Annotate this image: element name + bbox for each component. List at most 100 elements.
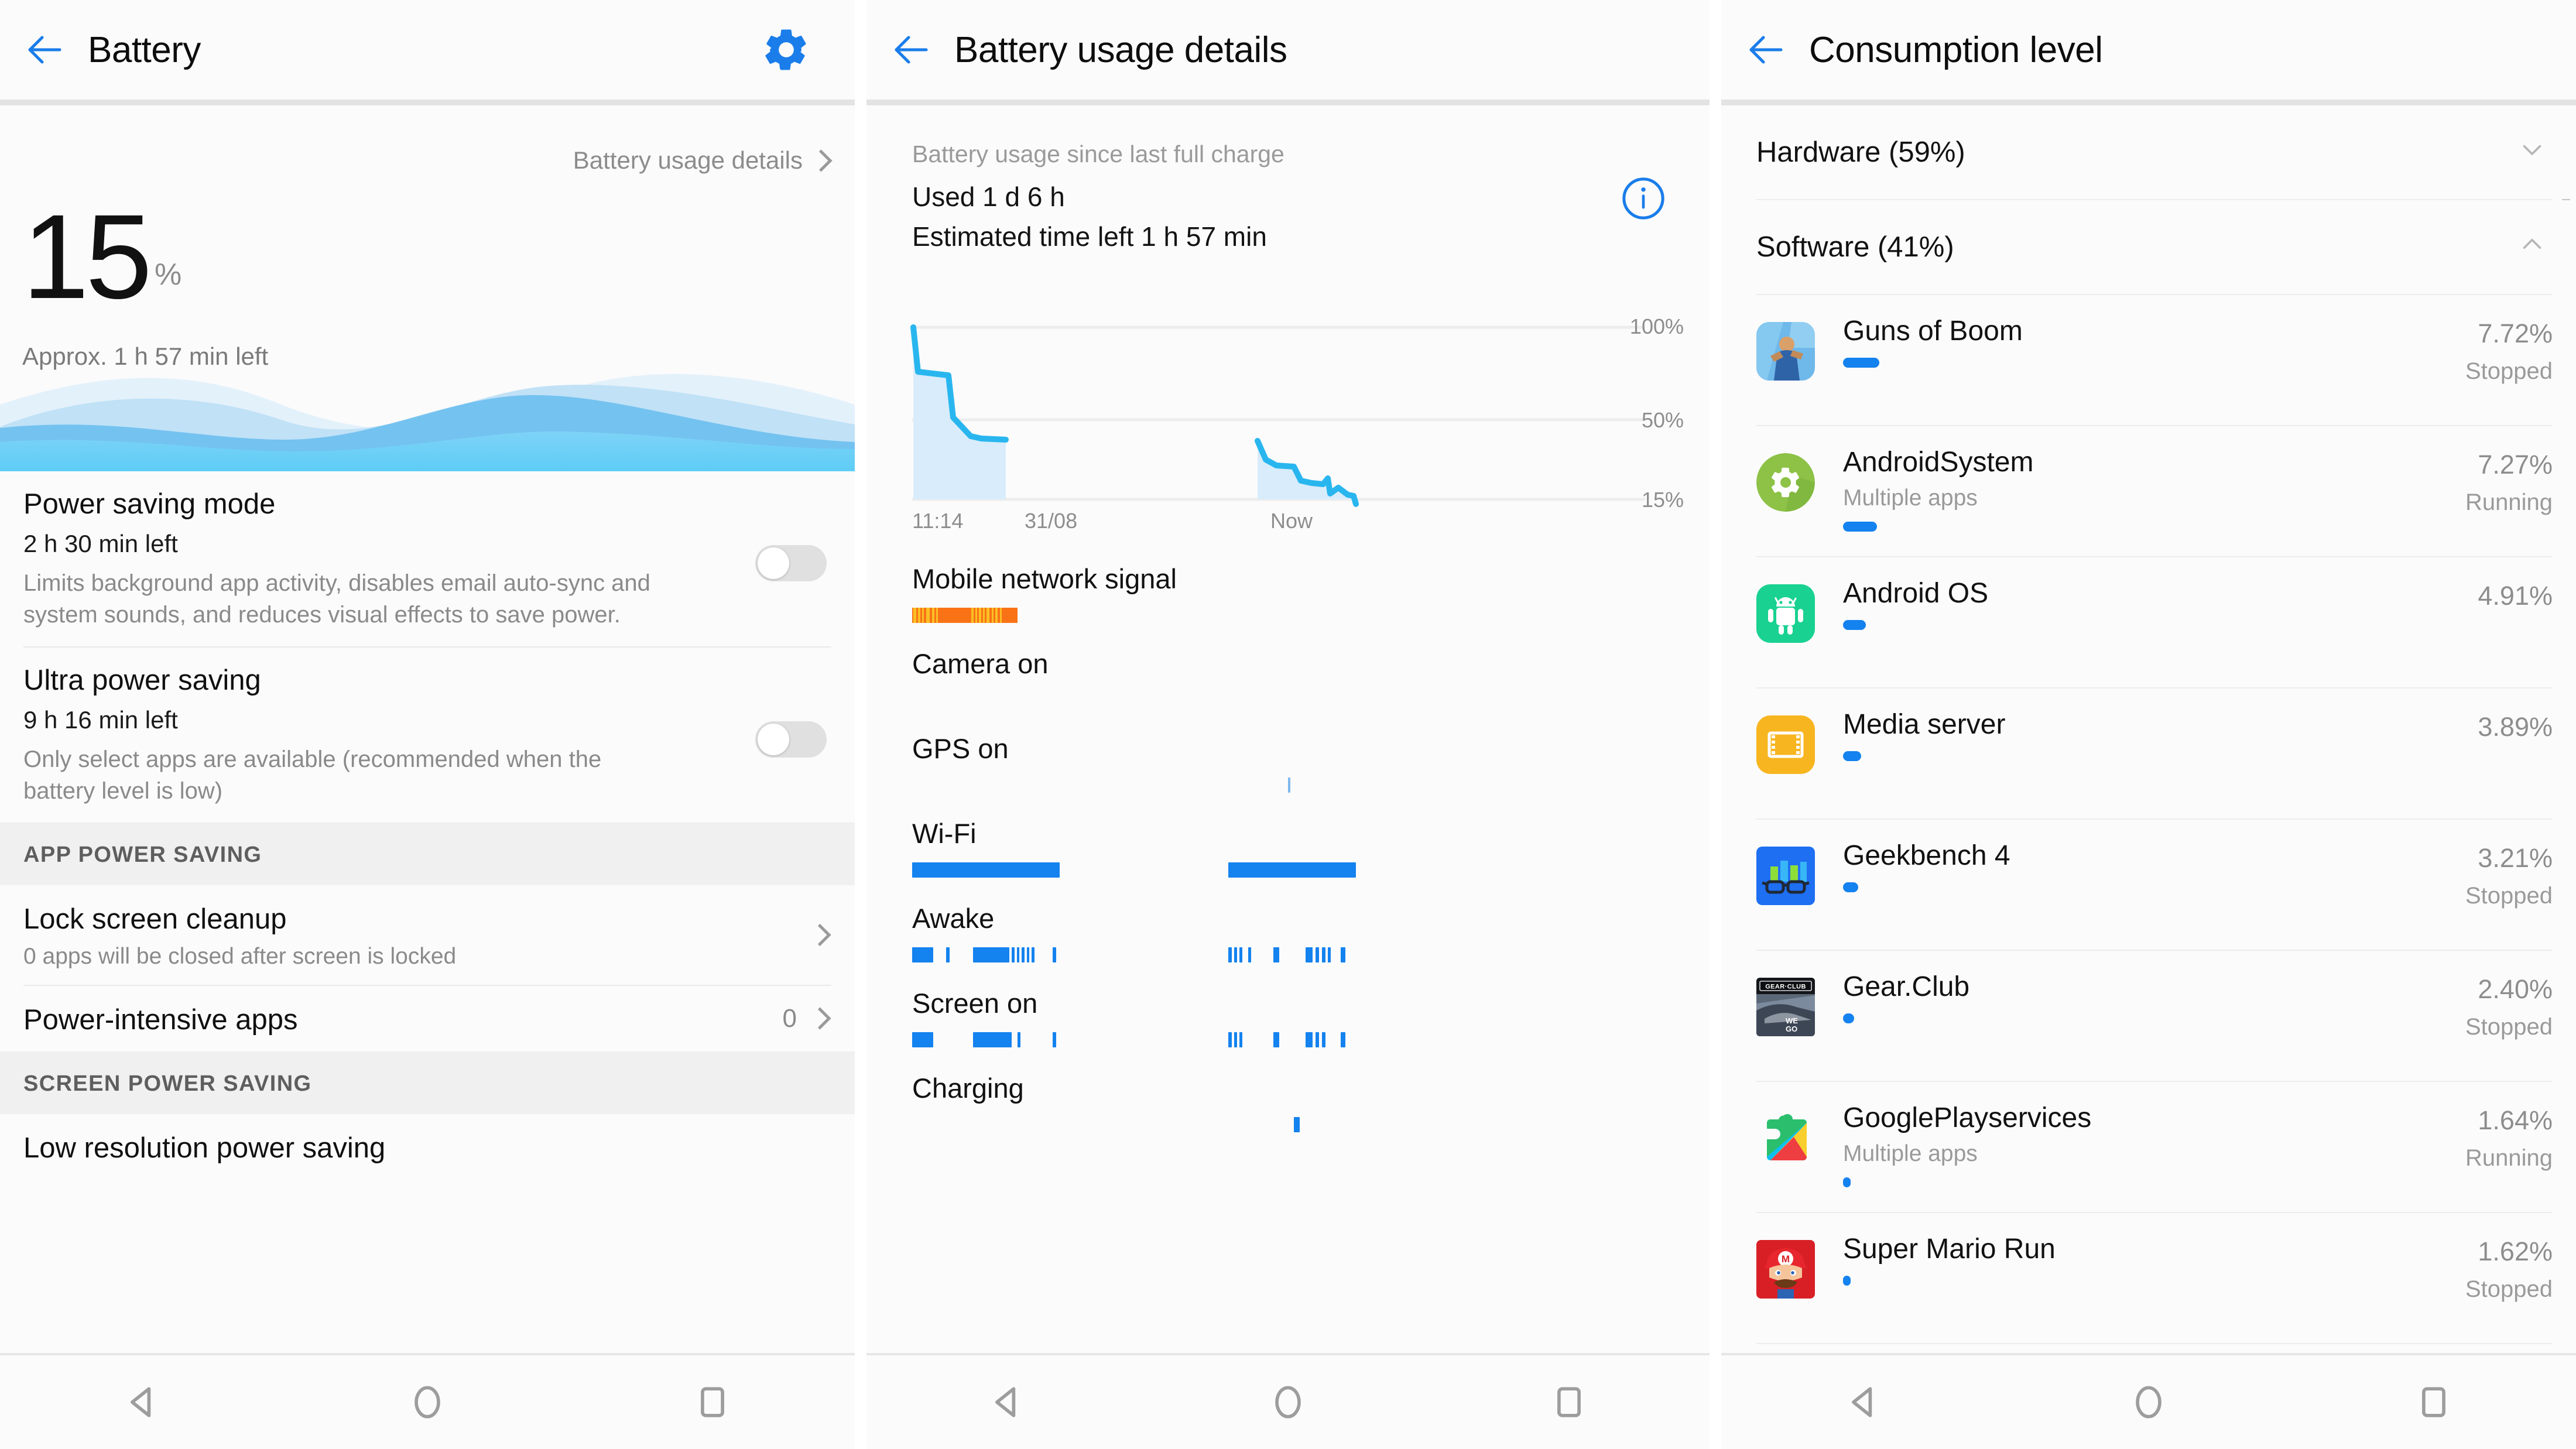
list-item[interactable]: Android OS 4.91% [1721,557,2576,687]
back-button[interactable] [1721,29,1809,71]
nav-home-icon [1275,1386,1301,1419]
android-navbar [866,1353,1710,1449]
geekbench-icon [1756,847,1815,905]
app-meta: 1.62% Stopped [2418,1228,2553,1303]
section-app-power-saving: APP POWER SAVING [0,822,855,885]
list-item[interactable]: Guns of Boom 7.72% Stopped [1721,295,2576,425]
row-accessory [809,923,831,946]
timeline-row-wifi: Wi-Fi [866,817,1710,878]
app-main: Android OS [1815,573,2418,630]
app-state: Stopped [2465,358,2553,384]
battery-usage-details-link[interactable]: Battery usage details [573,146,833,174]
back-button[interactable] [866,29,954,71]
group-hardware-label: Hardware (59%) [1756,136,1965,168]
nav-recents-button[interactable] [2390,1358,2478,1446]
nav-recents-button[interactable] [669,1358,756,1446]
nav-recents-icon [2421,1387,2445,1417]
lock-screen-cleanup-row[interactable]: Lock screen cleanup 0 apps will be close… [0,885,855,985]
nav-home-icon [415,1386,440,1419]
list-item[interactable]: Geekbench 4 3.21% Stopped [1721,820,2576,950]
nav-back-button[interactable] [98,1358,186,1446]
group-software[interactable]: Software (41%) [1721,200,2576,294]
list-item[interactable]: GooglePlayservices Multiple apps 1.64% R… [1721,1082,2576,1212]
list-item[interactable]: Media server 3.89% [1721,688,2576,818]
timeline-label: Mobile network signal [912,563,1177,594]
consumption-app-list: Guns of Boom 7.72% Stopped AndroidSystem… [1721,295,2576,1344]
list-item[interactable]: AndroidSystem Multiple apps 7.27% Runnin… [1721,426,2576,556]
power-intensive-apps-count: 0 [782,1003,797,1033]
app-percent: 3.21% [2478,843,2553,873]
timeline-segment [912,862,1060,878]
settings-button[interactable] [760,23,813,76]
ytick-15: 15% [1641,488,1684,512]
battery-hero: Battery usage details 15 % Approx. 1 h 5… [0,105,855,471]
app-usage-bar [1843,522,1877,532]
arrow-left-icon [895,36,928,64]
group-hardware[interactable]: Hardware (59%) [1721,105,2576,199]
battery-usage-details-label: Battery usage details [573,146,803,174]
guns-of-boom-icon [1756,322,1815,381]
app-percent: 7.27% [2478,450,2553,479]
timeline-label: Camera on [912,648,1049,679]
nav-recents-button[interactable] [1525,1358,1613,1446]
nav-back-icon [1852,1387,1872,1417]
toggle-knob [758,723,789,755]
chart-area-segment-2 [1258,441,1356,504]
nav-home-button[interactable] [2105,1358,2193,1446]
consumption-level-screen: Consumption level Hardware (59%) Softwar… [1721,0,2576,1449]
media-server-art [1756,715,1815,774]
chevron-right-icon [809,923,831,946]
app-percent: 3.89% [2478,712,2553,742]
app-percent: 1.62% [2478,1236,2553,1266]
app-usage-bar [1843,1013,1854,1023]
ultra-power-saving-row[interactable]: Ultra power saving 9 h 16 min left Only … [0,647,855,823]
battery-usage-details-screen: Battery usage details Battery usage sinc… [866,0,1710,1449]
page-title: Battery usage details [954,29,1287,70]
svg-text:GEAR·CLUB: GEAR·CLUB [1765,984,1806,991]
ultra-power-saving-toggle[interactable] [755,721,827,758]
info-button[interactable] [1621,176,1666,221]
power-saving-mode-toggle[interactable] [755,545,827,581]
ultra-power-saving-sub: 9 h 16 min left [23,705,178,734]
usage-estimated-label: Estimated time left 1 h 57 min [912,221,1267,252]
appbar-divider [866,100,1710,105]
appbar-divider [1721,100,2576,105]
power-intensive-apps-title: Power-intensive apps [23,1003,298,1036]
app-sub: Multiple apps [1843,485,1978,511]
svg-text:WE: WE [1786,1016,1798,1025]
app-main: Guns of Boom [1815,310,2418,368]
timeline-row-charging: Charging [866,1072,1710,1132]
app-main: Media server [1815,704,2418,761]
low-resolution-power-saving-row[interactable]: Low resolution power saving [0,1114,855,1164]
timeline-row-gps-on: GPS on [866,732,1710,793]
super-mario-run-art: M [1756,1240,1815,1299]
usage-used-label: Used 1 d 6 h [912,181,1065,212]
toggle-knob [758,547,789,579]
timeline-track [912,1117,1710,1132]
power-intensive-apps-row[interactable]: Power-intensive apps 0 [0,985,855,1051]
battery-percent: 15 % [22,197,181,317]
list-item[interactable]: M Super Mario Run 1.62% Stopped [1721,1213,2576,1343]
back-button[interactable] [0,29,88,71]
app-name: Super Mario Run [1843,1234,2056,1265]
app-main: Geekbench 4 [1815,835,2418,892]
timeline-segment [1294,1117,1300,1132]
power-saving-mode-row[interactable]: Power saving mode 2 h 30 min left Limits… [0,471,855,646]
app-percent: 4.91% [2478,581,2553,611]
timeline-track [912,608,1710,623]
battery-wave-graphic [0,374,855,471]
nav-back-button[interactable] [1820,1358,1907,1446]
timeline-label: Charging [912,1073,1024,1104]
nav-home-button[interactable] [1244,1358,1332,1446]
app-name: Media server [1843,709,2006,740]
xtick-start: 11:14 [912,509,964,533]
app-state: Stopped [2465,1014,2553,1040]
nav-back-button[interactable] [963,1358,1051,1446]
nav-back-icon [995,1387,1016,1417]
panel-gap [1710,0,1721,1449]
panel-gap [855,0,866,1449]
gear-club-icon: GEAR·CLUB WE GO [1756,978,1815,1036]
arrow-left-icon [28,36,61,64]
nav-home-button[interactable] [383,1358,471,1446]
list-item[interactable]: GEAR·CLUB WE GO Gear.Club 2.40% Stopped [1721,951,2576,1081]
